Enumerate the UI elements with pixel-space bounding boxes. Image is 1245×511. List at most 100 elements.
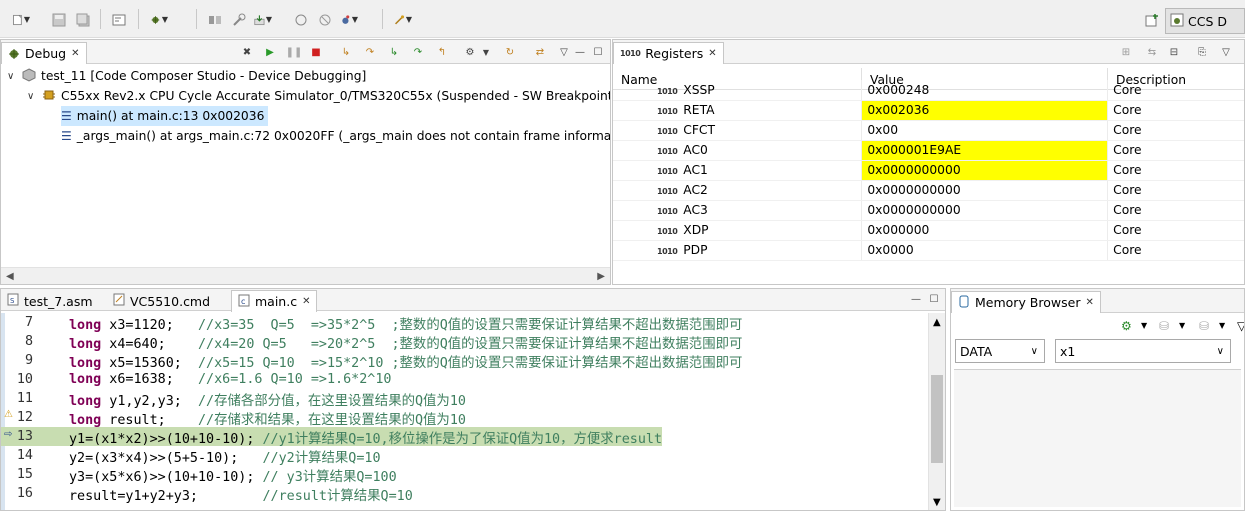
code-line[interactable]: 11 long y1,y2,y3; //存储各部分值，在这里设置结果的Q值为10 xyxy=(1,389,466,409)
scroll-right-icon[interactable]: ▶ xyxy=(597,271,605,282)
step-into-icon[interactable]: ↳ xyxy=(339,45,353,59)
debug-icon[interactable]: ▼ xyxy=(150,11,168,29)
chevron-down-icon[interactable]: ∨ xyxy=(7,71,17,82)
tools-icon[interactable] xyxy=(230,11,248,29)
code-line[interactable]: 10 long x6=1638; //x6=1.6 Q=10 =>1.6*2^10 xyxy=(1,370,392,389)
tab-test-7-asm[interactable]: S test_7.asm xyxy=(1,290,99,312)
save-all-icon[interactable] xyxy=(74,11,92,29)
add-memory-dropdown-icon[interactable]: ▼ xyxy=(1141,321,1147,330)
maximize-icon[interactable]: ☐ xyxy=(927,292,941,306)
scroll-down-icon[interactable]: ▼ xyxy=(933,497,941,508)
reset-icon[interactable]: ⚙ xyxy=(463,45,477,59)
register-value-cell[interactable]: 0x0000000000 xyxy=(861,200,1109,221)
load-memory-dropdown-icon[interactable]: ▼ xyxy=(1219,321,1225,330)
memory-page-select[interactable]: DATA ∨ xyxy=(955,339,1045,363)
save-icon[interactable] xyxy=(50,11,68,29)
scroll-up-icon[interactable]: ▲ xyxy=(933,317,941,328)
terminate-all-icon[interactable] xyxy=(316,11,334,29)
refresh-icon[interactable]: ⇆ xyxy=(1145,45,1159,59)
new-icon[interactable]: ▼ xyxy=(12,11,30,29)
tree-item-frame-args-main[interactable]: ☰ _args_main() at args_main.c:72 0x0020F… xyxy=(61,126,610,146)
view-menu-icon[interactable]: ▽ xyxy=(1219,45,1233,59)
register-value-cell[interactable]: 0x0000 xyxy=(861,240,1109,261)
minimize-icon[interactable]: — xyxy=(909,292,923,306)
suspend-icon[interactable]: ❚❚ xyxy=(286,45,303,59)
code-line[interactable]: 9 long x5=15360; //x5=15 Q=10 =>15*2^10 ;… xyxy=(1,351,742,371)
editor-vertical-scrollbar[interactable]: ▲ ▼ xyxy=(928,313,945,510)
add-memory-icon[interactable]: ⚙ xyxy=(1121,319,1132,333)
register-value-cell[interactable]: 0x000248 xyxy=(861,80,1109,101)
register-value-cell[interactable]: 0x000000 xyxy=(861,220,1109,241)
perspective-ccs-debug[interactable]: CCS D xyxy=(1165,8,1245,34)
sync-icon[interactable]: ⇄ xyxy=(533,45,547,59)
maximize-icon[interactable]: ☐ xyxy=(591,45,605,59)
register-row[interactable]: 1010 CFCT 0x00 Core xyxy=(613,120,1244,141)
memory-content-area[interactable] xyxy=(954,369,1241,507)
step-icon[interactable] xyxy=(292,11,310,29)
tab-main-c[interactable]: c main.c ✕ xyxy=(231,290,318,312)
tab-registers[interactable]: 1010 Registers ✕ xyxy=(613,42,724,64)
terminate-icon[interactable]: ■ xyxy=(309,45,323,59)
register-row[interactable]: 1010 XDP 0x000000 Core xyxy=(613,220,1244,241)
save-memory-icon[interactable]: ⛁ xyxy=(1159,319,1169,333)
step-over-asm-icon[interactable]: ↷ xyxy=(411,45,425,59)
register-description-cell: Core xyxy=(1107,200,1244,221)
tree-item-cpu[interactable]: ∨ C55xx Rev2.x CPU Cycle Accurate Simula… xyxy=(27,86,610,106)
resume-icon[interactable]: ▶ xyxy=(263,45,277,59)
tab-vc5510-cmd[interactable]: VC5510.cmd xyxy=(107,290,216,312)
code-area[interactable]: 7 long x3=1120; //x3=35 Q=5 =>35*2^5 ;整数的… xyxy=(1,313,930,510)
register-value-cell[interactable]: 0x000001E9AE xyxy=(861,140,1109,161)
code-line[interactable]: 7 long x3=1120; //x3=35 Q=5 =>35*2^5 ;整数的… xyxy=(1,313,742,333)
step-over-icon[interactable]: ↷ xyxy=(363,45,377,59)
collapse-all-icon[interactable]: ⊟ xyxy=(1167,45,1181,59)
register-value-cell[interactable]: 0x0000000000 xyxy=(861,180,1109,201)
register-row[interactable]: 1010 AC0 0x000001E9AE Core xyxy=(613,140,1244,161)
horizontal-scrollbar[interactable]: ◀ ▶ xyxy=(1,267,610,284)
load-memory-icon[interactable]: ⛁ xyxy=(1199,319,1209,333)
tab-memory-browser[interactable]: Memory Browser ✕ xyxy=(951,291,1101,313)
remove-terminated-icon[interactable]: ✖ xyxy=(240,45,254,59)
close-icon[interactable]: ✕ xyxy=(302,296,310,307)
bug-icon[interactable]: ▼ xyxy=(340,11,358,29)
register-row[interactable]: 1010 AC3 0x0000000000 Core xyxy=(613,200,1244,221)
register-row[interactable]: 1010 RETA 0x002036 Core xyxy=(613,100,1244,121)
register-row[interactable]: 1010 PDP 0x0000 Core xyxy=(613,240,1244,261)
tab-debug[interactable]: Debug ✕ xyxy=(1,42,87,64)
register-row[interactable]: 1010 XSSP 0x000248 Core xyxy=(613,80,1244,101)
code-line[interactable]: 12 long result; //存储求和结果，在这里设置结果的Q值为10 xyxy=(1,408,466,428)
register-value-cell[interactable]: 0x0000000000 xyxy=(861,160,1109,181)
save-memory-dropdown-icon[interactable]: ▼ xyxy=(1179,321,1185,330)
close-icon[interactable]: ✕ xyxy=(1085,297,1093,308)
step-return-icon[interactable]: ↰ xyxy=(435,45,449,59)
view-menu-icon[interactable]: ▽ xyxy=(1237,319,1244,333)
code-line[interactable]: 13 y1=(x1*x2)>>(10+10-10); //y1计算结果Q=10,移… xyxy=(1,427,663,447)
tree-item-session[interactable]: ∨ test_11 [Code Composer Studio - Device… xyxy=(7,66,366,86)
external-tools-icon[interactable]: ▼ xyxy=(394,11,412,29)
open-perspective-icon[interactable] xyxy=(1143,11,1161,29)
view-menu-icon[interactable]: ▽ xyxy=(557,45,571,59)
reset-dropdown-icon[interactable]: ▼ xyxy=(479,45,493,59)
scroll-left-icon[interactable]: ◀ xyxy=(6,271,14,282)
register-row[interactable]: 1010 AC1 0x0000000000 Core xyxy=(613,160,1244,181)
memory-address-field[interactable]: x1 ∨ xyxy=(1055,339,1231,363)
console-icon[interactable] xyxy=(110,11,128,29)
register-value-cell[interactable]: 0x002036 xyxy=(861,100,1109,121)
code-line[interactable]: 8 long x4=640; //x4=20 Q=5 =>20*2^5 ;整数的Q… xyxy=(1,332,742,352)
chevron-down-icon[interactable]: ∨ xyxy=(27,91,37,102)
code-line[interactable]: 15 y3=(x5*x6)>>(10+10-10); // y3计算结果Q=100 xyxy=(1,465,397,485)
register-row[interactable]: 1010 AC2 0x0000000000 Core xyxy=(613,180,1244,201)
tree-item-frame-main[interactable]: ☰ main() at main.c:13 0x002036 xyxy=(61,106,269,126)
step-into-asm-icon[interactable]: ↳ xyxy=(387,45,401,59)
export-icon[interactable]: ⎘ xyxy=(1195,45,1209,59)
minimize-icon[interactable]: — xyxy=(573,45,587,59)
close-icon[interactable]: ✕ xyxy=(708,48,716,59)
new-register-group-icon[interactable]: ⊞ xyxy=(1119,45,1133,59)
code-line[interactable]: 14 y2=(x3*x4)>>(5+5-10); //y2计算结果Q=10 xyxy=(1,446,381,466)
scroll-thumb[interactable] xyxy=(931,375,943,463)
register-value-cell[interactable]: 0x00 xyxy=(861,120,1109,141)
close-icon[interactable]: ✕ xyxy=(71,48,79,59)
connect-icon[interactable] xyxy=(206,11,224,29)
code-line[interactable]: 16 result=y1+y2+y3; //result计算结果Q=10 xyxy=(1,484,413,504)
restart-icon[interactable]: ↻ xyxy=(503,45,517,59)
load-program-icon[interactable]: ▼ xyxy=(254,11,272,29)
